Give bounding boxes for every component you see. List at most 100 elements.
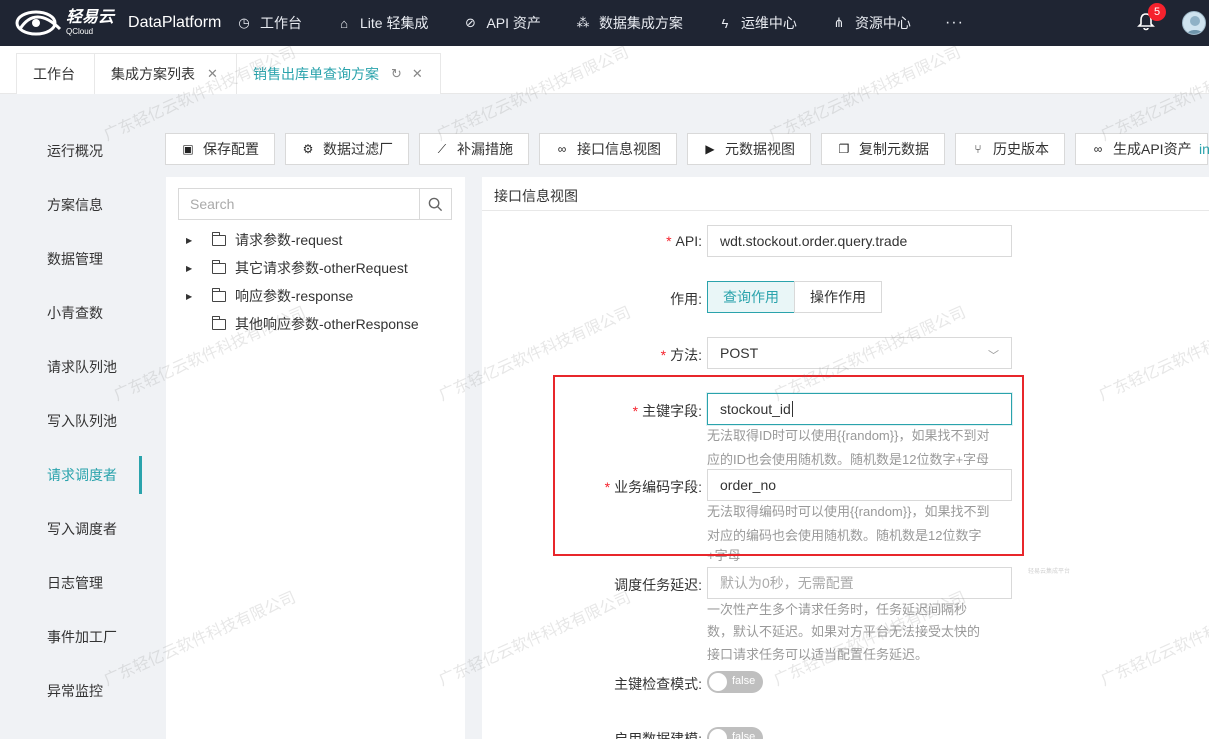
button-label: 元数据视图 <box>725 141 795 157</box>
label-text: API: <box>675 233 702 249</box>
side-item-xiaoqing-query[interactable]: 小青查数 <box>0 286 142 340</box>
side-item-write-queue[interactable]: 写入队列池 <box>0 394 142 448</box>
required-mark: * <box>604 479 611 495</box>
copy-metadata-button[interactable]: ❐ 复制元数据 <box>821 133 945 165</box>
home-icon: ⌂ <box>340 15 348 31</box>
nav-label: 资源中心 <box>854 15 911 31</box>
interface-info-view-button[interactable]: ∞ 接口信息视图 <box>539 133 677 165</box>
primary-key-input[interactable]: stockout_id <box>707 393 1012 425</box>
panel-title: 接口信息视图 <box>494 188 578 204</box>
tree-node-response[interactable]: ▶ 响应参数-response <box>186 286 353 306</box>
link-icon: ∞ <box>1093 142 1103 156</box>
nav-label: 运维中心 <box>740 15 797 31</box>
logo[interactable]: 轻易云 QCloud DataPlatform <box>0 9 228 37</box>
save-config-button[interactable]: ▣ 保存配置 <box>165 133 275 165</box>
nav-more-button[interactable]: ··· <box>945 14 964 32</box>
caret-right-icon[interactable]: ▶ <box>186 264 196 273</box>
tab-label: 工作台 <box>33 66 75 82</box>
side-item-exception-monitor[interactable]: 异常监控 <box>0 664 142 718</box>
tab-sales-outbound-plan[interactable]: 销售出库单查询方案 ↻ ✕ <box>236 53 441 94</box>
biz-code-help-line1: 无法取得编码时可以使用{{random}}，如果找不到 <box>707 504 990 519</box>
app-name: DataPlatform <box>128 14 222 31</box>
biz-code-help-line3: +字母 <box>707 548 741 563</box>
nav-label: API 资产 <box>486 15 541 31</box>
button-label: 保存配置 <box>203 141 259 157</box>
nav-lite[interactable]: ⌂ Lite 轻集成 <box>336 13 428 33</box>
link-icon: ∞ <box>557 142 567 156</box>
history-version-button[interactable]: ⑂ 历史版本 <box>955 133 1065 165</box>
patch-measures-button[interactable]: ⟋ 补漏措施 <box>419 133 529 165</box>
folder-icon <box>211 259 226 274</box>
primary-key-label: * 主键字段: <box>633 401 702 421</box>
nav-resource-center[interactable]: ⋔ 资源中心 <box>831 13 911 33</box>
pk-check-toggle[interactable]: false <box>707 671 763 693</box>
nav-ops-center[interactable]: ϟ 运维中心 <box>717 13 797 33</box>
side-item-event-factory[interactable]: 事件加工厂 <box>0 610 142 664</box>
data-filter-button[interactable]: ⚙ 数据过滤厂 <box>285 133 409 165</box>
side-item-plan-info[interactable]: 方案信息 <box>0 178 142 232</box>
tab-integration-list[interactable]: 集成方案列表 ✕ <box>94 53 237 94</box>
tree-node-request[interactable]: ▶ 请求参数-request <box>186 230 342 250</box>
delay-help-line3: 接口请求任务可以适当配置任务延迟。 <box>707 647 929 662</box>
user-avatar[interactable] <box>1182 11 1206 35</box>
toggle-knob <box>709 729 727 739</box>
nav-api-assets[interactable]: ⊘ API 资产 <box>462 13 541 33</box>
tree-node-label: 响应参数-response <box>235 288 354 304</box>
biz-code-input[interactable]: order_no <box>707 469 1012 501</box>
tree-search <box>178 188 452 220</box>
side-item-log-management[interactable]: 日志管理 <box>0 556 142 610</box>
generate-api-asset-button[interactable]: ∞ 生成API资产 <box>1075 133 1208 165</box>
caret-right-icon[interactable]: ▶ <box>186 236 196 245</box>
caret-right-icon[interactable]: ▶ <box>186 292 196 301</box>
notification-badge: 5 <box>1148 3 1166 21</box>
effect-operate-radio[interactable]: 操作作用 <box>794 281 882 313</box>
close-icon[interactable]: ✕ <box>412 66 423 82</box>
side-item-data-management[interactable]: 数据管理 <box>0 232 142 286</box>
search-input[interactable] <box>179 189 419 219</box>
side-item-request-scheduler[interactable]: 请求调度者 <box>0 448 142 502</box>
tree-node-label: 请求参数-request <box>235 232 343 248</box>
biz-code-label: * 业务编码字段: <box>605 477 702 497</box>
api-value: wdt.stockout.order.query.trade <box>720 233 908 249</box>
toolbar-overflow-link[interactable]: in <box>1199 141 1209 157</box>
chevron-down-icon: ﹀ <box>988 350 999 362</box>
search-button[interactable] <box>419 189 451 219</box>
button-label: 补漏措施 <box>457 141 513 157</box>
delay-help-line2: 数，默认不延迟。如果对方平台无法接受太快的 <box>707 624 981 639</box>
nav-label: Lite 轻集成 <box>360 15 429 31</box>
biz-code-help-line2: 对应的编码也会使用随机数。随机数是12位数字 <box>707 528 982 543</box>
top-navigation-bar: 轻易云 QCloud DataPlatform ◷ 工作台 ⌂ Lite 轻集成… <box>0 0 1209 46</box>
effect-query-radio[interactable]: 查询作用 <box>707 281 795 313</box>
tree-node-other-request[interactable]: ▶ 其它请求参数-otherRequest <box>186 258 408 278</box>
side-item-write-scheduler[interactable]: 写入调度者 <box>0 502 142 556</box>
side-menu: 运行概况 方案信息 数据管理 小青查数 请求队列池 写入队列池 请求调度者 写入… <box>0 124 142 739</box>
side-item-overview[interactable]: 运行概况 <box>0 124 142 178</box>
nav-workbench[interactable]: ◷ 工作台 <box>236 13 302 33</box>
delay-label: 调度任务延迟: <box>614 577 702 593</box>
label-text: 方法: <box>670 347 702 363</box>
tree-node-other-response[interactable]: 其他响应参数-otherResponse <box>186 314 419 334</box>
side-item-request-queue[interactable]: 请求队列池 <box>0 340 142 394</box>
delay-placeholder: 默认为0秒，无需配置 <box>720 575 854 591</box>
interface-info-panel: 接口信息视图 * API: wdt.stockout.order.query.tr… <box>482 177 1209 739</box>
clock-icon: ◷ <box>238 15 250 30</box>
delay-help-line1: 一次性产生多个请求任务时，任务延迟间隔秒 <box>707 602 968 617</box>
button-label: 接口信息视图 <box>577 141 661 157</box>
api-input[interactable]: wdt.stockout.order.query.trade <box>707 225 1012 257</box>
toggle-label: false <box>732 675 756 687</box>
action-toolbar: ▣ 保存配置 ⚙ 数据过滤厂 ⟋ 补漏措施 ∞ 接口信息视图 ▶ 元数据视图 ❐… <box>165 133 1209 165</box>
tab-workbench[interactable]: 工作台 <box>16 53 95 94</box>
primary-key-help-line1: 无法取得ID时可以使用{{random}}，如果找不到对 <box>707 428 990 443</box>
required-mark: * <box>666 233 672 249</box>
refresh-icon[interactable]: ↻ <box>391 66 402 82</box>
nav-integration-plans[interactable]: ⁂ 数据集成方案 <box>575 13 683 33</box>
close-icon[interactable]: ✕ <box>207 66 218 82</box>
tab-label: 集成方案列表 <box>111 66 195 82</box>
small-watermark: 轻易云集成平台 <box>1028 569 1071 575</box>
method-select[interactable]: POST ﹀ <box>707 337 1012 369</box>
data-model-toggle[interactable]: false <box>707 727 763 739</box>
tab-label: 销售出库单查询方案 <box>253 66 379 82</box>
label-text: 业务编码字段: <box>614 479 702 495</box>
delay-input[interactable]: 默认为0秒，无需配置 <box>707 567 1012 599</box>
metadata-view-button[interactable]: ▶ 元数据视图 <box>687 133 811 165</box>
